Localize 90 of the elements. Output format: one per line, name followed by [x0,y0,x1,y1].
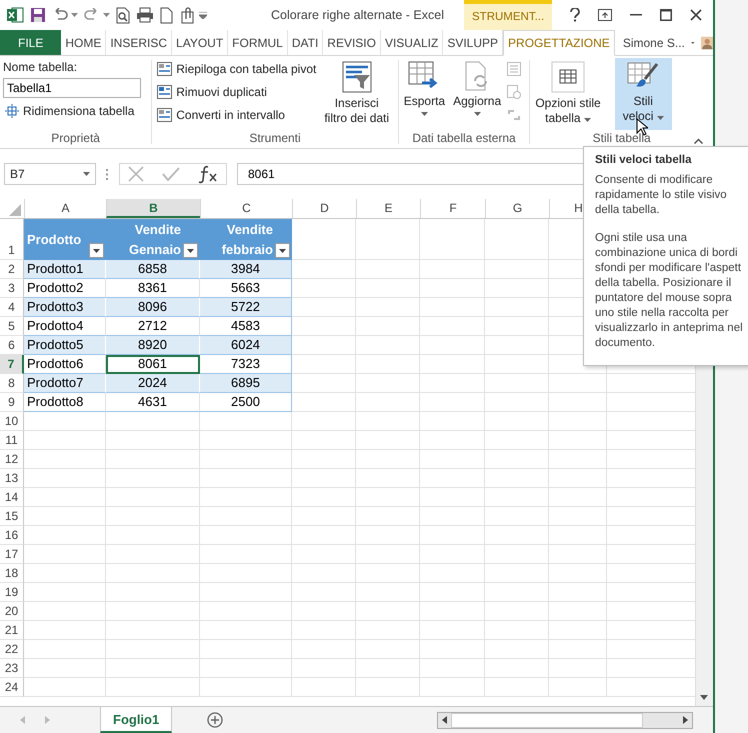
scroll-down-icon[interactable] [700,695,708,700]
add-sheet-icon[interactable] [207,712,224,728]
column-header[interactable]: B [106,199,200,218]
remove-duplicates-icon [157,84,172,98]
caret-icon [656,116,664,120]
excel-logo-icon[interactable] [6,6,24,24]
table-cell: 6858 [106,260,200,279]
ribbon-tab[interactable]: PROGETTAZIONE [503,30,615,56]
ribbon-tab[interactable]: REVISIO [323,30,381,55]
user-name[interactable]: Simone S... [622,36,685,50]
quick-styles-button[interactable]: Stili veloci [614,58,672,130]
maximize-icon[interactable] [660,9,672,21]
ribbon-tab[interactable]: VISUALIZ [380,30,444,55]
group-label: Stili tabella [592,130,651,147]
ribbon-command[interactable]: Converti in intervallo [155,104,318,125]
print-preview-icon[interactable] [116,6,130,24]
ribbon-display-icon[interactable] [598,9,612,21]
filter-dropdown-button[interactable] [89,243,104,258]
print-icon[interactable] [136,7,154,23]
tooltip-text: Ogni stile usa una combinazione unica di bordi sfondi per modificare l'aspett della tabella. Posizionare il puntatore del mouse sopra uno stile nella raccolta per visualizzarlo in anteprima nel documento. [595,231,743,351]
table-cell: 3984 [200,260,292,279]
refresh-button[interactable]: Aggiorna [451,58,504,130]
table-grid-icon [551,61,586,93]
ribbon-tab[interactable]: DATI [288,30,324,55]
row-header[interactable]: 7 [0,355,24,374]
scroll-left-icon[interactable] [442,716,447,724]
caret-icon [279,248,286,252]
table-cell: Prodotto7 [24,374,106,393]
caret-icon[interactable] [103,13,110,17]
table-cell: 6895 [200,374,292,393]
export-button[interactable]: Esporta [402,58,448,130]
contextual-tab-label: STRUMENT... [464,0,552,30]
table-cell: 5722 [200,298,292,317]
window-title: Colorare righe alternate - Excel [271,8,444,22]
table-style-options-button[interactable]: Opzioni stile tabella [533,58,603,130]
table-cell: Prodotto1 [24,260,106,279]
name-box[interactable]: B7 [4,163,96,185]
scroll-right-icon[interactable] [683,716,688,724]
ribbon-tab[interactable]: LAYOUT [172,30,228,55]
table-name-label: Nome tabella: [3,59,78,76]
group-label: Proprietà [51,130,100,147]
attachment-icon[interactable] [179,6,196,24]
drag-handle-icon[interactable] [106,168,109,180]
filter-icon [342,61,372,93]
ribbon-command[interactable]: Riepiloga con tabella pivot [155,58,318,79]
table-cell: 8920 [106,336,200,355]
table-name-field[interactable]: Tabella1 [3,78,141,98]
resize-table-button[interactable]: Ridimensiona tabella [3,100,148,121]
sheet-tab[interactable]: Foglio1 [100,707,172,733]
ribbon-command[interactable]: Rimuovi duplicati [155,81,318,102]
tooltip-title: Stili veloci tabella [595,154,692,166]
new-document-icon[interactable] [160,6,173,24]
caret-icon [93,248,100,252]
insert-slicer-button[interactable]: Inserisci filtro dei dati [322,58,392,130]
table-cell: 2024 [106,374,200,393]
ribbon-tab[interactable]: HOME [61,30,106,55]
ribbon-tab[interactable]: FORMUL [228,30,288,55]
table-cell: 8096 [106,298,200,317]
minimize-icon[interactable] [630,14,642,16]
caret-icon [584,118,591,122]
close-icon[interactable] [690,9,702,21]
resize-table-icon [5,104,19,118]
enter-check-icon[interactable] [162,167,180,181]
ribbon-tab[interactable]: FILE [0,30,62,55]
group-label: Dati tabella esterna [412,130,516,147]
ribbon-tab[interactable]: INSERISC [106,30,172,55]
insert-function-icon[interactable] [198,164,218,184]
table-cell: Prodotto3 [24,298,106,317]
help-icon[interactable] [570,8,580,22]
pivot-table-icon [157,62,172,76]
save-icon[interactable] [30,7,46,23]
filter-dropdown-button[interactable] [183,243,198,258]
customize-caret-icon[interactable] [199,12,207,18]
table-header-cell-text: Vendite febbraio [222,220,273,258]
caret-icon [420,112,428,116]
filter-dropdown-button[interactable] [275,243,290,258]
caret-icon[interactable] [71,13,78,17]
caret-icon [474,112,481,116]
horizontal-scrollbar[interactable] [437,712,693,728]
caret-icon [187,248,194,252]
table-header-cell-text: Prodotto [26,230,82,248]
group-label: Strumenti [249,130,301,147]
table-cell: 6024 [200,336,292,355]
table-cell: 8061 [106,355,200,374]
caret-icon [83,172,90,176]
collapse-ribbon-icon[interactable] [694,138,703,144]
table-header-cell-text: Vendite Gennaio [128,220,181,258]
table-cell: Prodotto5 [24,336,106,355]
caret-icon[interactable] [690,40,694,44]
convert-range-icon [157,108,172,122]
